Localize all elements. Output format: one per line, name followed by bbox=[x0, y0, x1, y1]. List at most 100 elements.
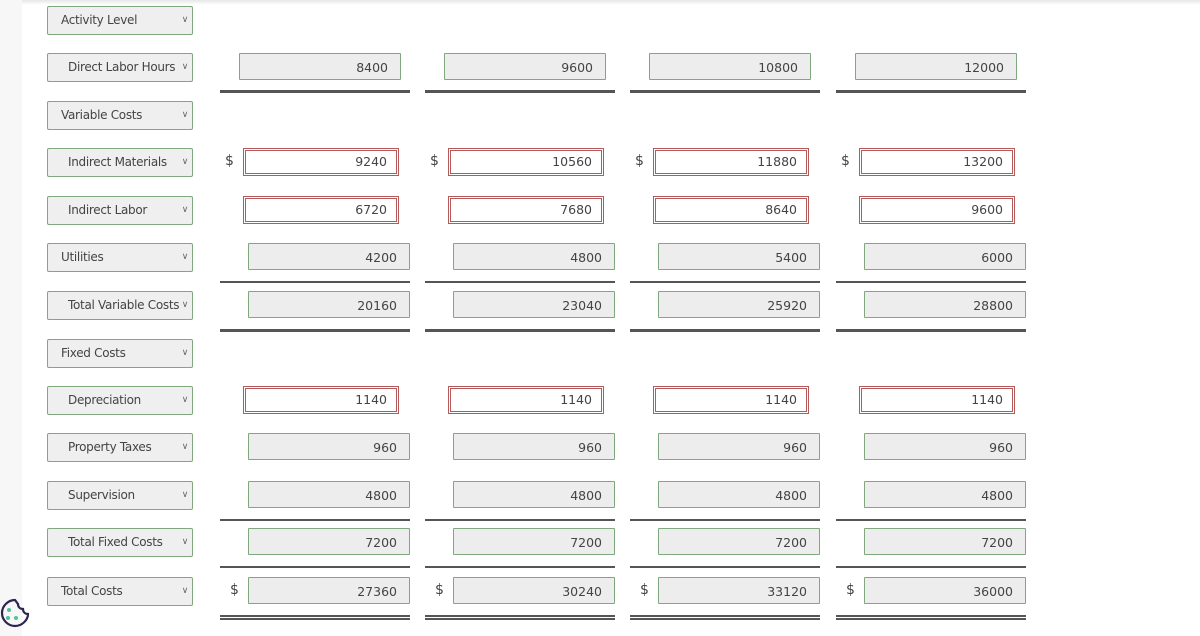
underline-rule bbox=[220, 281, 410, 283]
amount-input[interactable]: 13200 bbox=[859, 148, 1015, 176]
row-label-dropdown[interactable]: Property Taxes ∨ bbox=[47, 433, 193, 462]
underline-rule bbox=[220, 519, 410, 521]
underline-rule bbox=[220, 329, 410, 332]
underline-rule bbox=[836, 329, 1026, 332]
underline-rule bbox=[220, 90, 410, 93]
amount-input[interactable]: 27360 bbox=[248, 577, 410, 604]
amount-input[interactable]: 23040 bbox=[453, 291, 615, 318]
amount-input[interactable]: 4800 bbox=[453, 481, 615, 508]
currency-symbol: $ bbox=[225, 153, 234, 169]
row-label: Indirect Labor bbox=[68, 203, 147, 217]
amount-input[interactable]: 25920 bbox=[658, 291, 820, 318]
amount-input[interactable]: 4800 bbox=[248, 481, 410, 508]
currency-symbol: $ bbox=[435, 582, 444, 598]
row-label-dropdown[interactable]: Supervision ∨ bbox=[47, 481, 193, 510]
chevron-down-icon: ∨ bbox=[181, 586, 189, 596]
amount-input[interactable]: 7200 bbox=[658, 528, 820, 555]
amount-input[interactable]: 9600 bbox=[444, 53, 606, 80]
amount-input[interactable]: 4800 bbox=[864, 481, 1026, 508]
currency-symbol: $ bbox=[230, 582, 239, 598]
amount-input[interactable]: 7200 bbox=[248, 528, 410, 555]
table-row: Indirect Labor ∨ 6720 7680 8640 9600 bbox=[0, 196, 1200, 226]
amount-input[interactable]: 10560 bbox=[448, 148, 604, 176]
amount-input[interactable]: 960 bbox=[453, 433, 615, 460]
chevron-down-icon: ∨ bbox=[181, 15, 189, 25]
chevron-down-icon: ∨ bbox=[181, 442, 189, 452]
table-row: Direct Labor Hours ∨ 8400 9600 10800 12000 bbox=[0, 53, 1200, 93]
row-label-dropdown[interactable]: Total Costs ∨ bbox=[47, 577, 193, 606]
underline-rule bbox=[630, 615, 820, 617]
row-label: Fixed Costs bbox=[61, 346, 126, 360]
amount-input[interactable]: 36000 bbox=[864, 577, 1026, 604]
table-row: Supervision ∨ 4800 4800 4800 4800 bbox=[0, 481, 1200, 521]
row-label: Utilities bbox=[61, 250, 104, 264]
amount-input[interactable]: 1140 bbox=[859, 386, 1015, 414]
row-label-dropdown[interactable]: Total Fixed Costs ∨ bbox=[47, 528, 193, 557]
row-label: Variable Costs bbox=[61, 108, 143, 122]
row-label-dropdown[interactable]: Indirect Labor ∨ bbox=[47, 196, 193, 225]
underline-rule bbox=[630, 281, 820, 283]
row-label-dropdown[interactable]: Variable Costs ∨ bbox=[47, 101, 193, 130]
amount-input[interactable]: 9240 bbox=[243, 148, 399, 176]
amount-input[interactable]: 7680 bbox=[448, 196, 604, 224]
row-label-dropdown[interactable]: Direct Labor Hours ∨ bbox=[47, 53, 193, 82]
amount-input[interactable]: 4800 bbox=[658, 481, 820, 508]
row-label-dropdown[interactable]: Activity Level ∨ bbox=[47, 6, 193, 35]
row-label-dropdown[interactable]: Total Variable Costs ∨ bbox=[47, 291, 193, 320]
amount-input[interactable]: 6720 bbox=[243, 196, 399, 224]
amount-input[interactable]: 6000 bbox=[864, 243, 1026, 270]
table-row: Total Fixed Costs ∨ 7200 7200 7200 7200 bbox=[0, 528, 1200, 568]
underline-rule bbox=[630, 329, 820, 332]
amount-input[interactable]: 9600 bbox=[859, 196, 1015, 224]
underline-rule bbox=[220, 615, 410, 617]
amount-input[interactable]: 960 bbox=[658, 433, 820, 460]
underline-rule bbox=[630, 90, 820, 93]
amount-input[interactable]: 8400 bbox=[239, 53, 401, 80]
underline-rule bbox=[425, 329, 615, 332]
amount-input[interactable]: 7200 bbox=[453, 528, 615, 555]
table-row: Utilities ∨ 4200 4800 5400 6000 bbox=[0, 243, 1200, 283]
amount-input[interactable]: 5400 bbox=[658, 243, 820, 270]
row-label: Supervision bbox=[68, 488, 135, 502]
amount-input[interactable]: 4800 bbox=[453, 243, 615, 270]
amount-input[interactable]: 11880 bbox=[653, 148, 809, 176]
chevron-down-icon: ∨ bbox=[181, 252, 189, 262]
underline-rule bbox=[220, 566, 410, 568]
row-label-dropdown[interactable]: Fixed Costs ∨ bbox=[47, 339, 193, 368]
amount-input[interactable]: 20160 bbox=[248, 291, 410, 318]
row-label: Total Fixed Costs bbox=[68, 535, 163, 549]
amount-input[interactable]: 30240 bbox=[453, 577, 615, 604]
amount-input[interactable]: 8640 bbox=[653, 196, 809, 224]
amount-input[interactable]: 1140 bbox=[243, 386, 399, 414]
underline-rule bbox=[425, 615, 615, 617]
cookie-settings-icon[interactable] bbox=[0, 596, 32, 630]
row-label-dropdown[interactable]: Depreciation ∨ bbox=[47, 386, 193, 415]
amount-input[interactable]: 7200 bbox=[864, 528, 1026, 555]
chevron-down-icon: ∨ bbox=[181, 348, 189, 358]
amount-input[interactable]: 12000 bbox=[855, 53, 1017, 80]
amount-input[interactable]: 33120 bbox=[658, 577, 820, 604]
chevron-down-icon: ∨ bbox=[181, 490, 189, 500]
row-label: Property Taxes bbox=[68, 440, 152, 454]
row-label-dropdown[interactable]: Indirect Materials ∨ bbox=[47, 148, 193, 177]
amount-input[interactable]: 4200 bbox=[248, 243, 410, 270]
amount-input[interactable]: 960 bbox=[248, 433, 410, 460]
table-row: Variable Costs ∨ bbox=[0, 101, 1200, 131]
row-label: Total Costs bbox=[61, 584, 123, 598]
underline-rule bbox=[425, 281, 615, 283]
amount-input[interactable]: 28800 bbox=[864, 291, 1026, 318]
row-label-dropdown[interactable]: Utilities ∨ bbox=[47, 243, 193, 272]
row-label: Activity Level bbox=[61, 13, 138, 27]
row-label: Direct Labor Hours bbox=[68, 60, 176, 74]
amount-input[interactable]: 1140 bbox=[653, 386, 809, 414]
table-row: Total Variable Costs ∨ 20160 23040 25920 2880… bbox=[0, 291, 1200, 332]
table-row: Indirect Materials ∨ $9240 $10560 $11880 $132… bbox=[0, 148, 1200, 178]
amount-input[interactable]: 10800 bbox=[649, 53, 811, 80]
chevron-down-icon: ∨ bbox=[181, 110, 189, 120]
table-row: Depreciation ∨ 1140 1140 1140 1140 bbox=[0, 386, 1200, 416]
table-row: Fixed Costs ∨ bbox=[0, 339, 1200, 369]
underline-rule bbox=[836, 281, 1026, 283]
amount-input[interactable]: 1140 bbox=[448, 386, 604, 414]
currency-symbol: $ bbox=[430, 153, 439, 169]
amount-input[interactable]: 960 bbox=[864, 433, 1026, 460]
